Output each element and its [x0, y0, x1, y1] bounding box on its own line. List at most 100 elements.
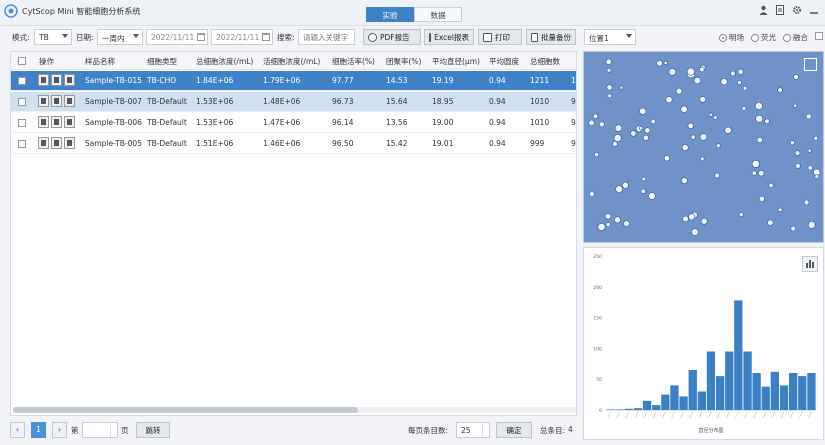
x-tick-mark	[726, 411, 730, 419]
radio-brightfield-label: 明场	[729, 33, 744, 42]
cell-blob	[690, 134, 696, 140]
calendar-icon[interactable]	[197, 33, 205, 41]
position-select[interactable]: 位置1	[584, 29, 636, 45]
page-prefix: 第	[71, 426, 79, 435]
search-doc-icon	[368, 32, 377, 42]
cell-blob	[665, 96, 673, 104]
horizontal-scrollbar[interactable]	[13, 407, 576, 413]
select-all-checkbox[interactable]	[18, 57, 26, 65]
minimize-icon[interactable]	[809, 4, 819, 16]
excel-report-button[interactable]: Excel报表	[424, 29, 474, 45]
table-row[interactable]: Sample-TB-005 TB-Default 1.51E+06 1.46E+06 9…	[11, 134, 576, 154]
cell-total-count: 999	[530, 139, 545, 148]
cell-blob	[737, 68, 744, 75]
cell-overflow: 9	[571, 139, 576, 148]
cell-image-view[interactable]	[583, 51, 824, 243]
spin-arrows-icon[interactable]	[482, 423, 489, 437]
delete-icon[interactable]	[64, 74, 75, 86]
calendar-icon[interactable]	[262, 33, 270, 41]
pdf-report-button[interactable]: PDF报告	[363, 29, 421, 45]
cell-total-concentration: 1.51E+06	[196, 139, 234, 148]
col-header-cluster-rate: 团聚率(%)	[386, 57, 422, 66]
cell-blob	[687, 122, 694, 129]
table-row[interactable]: Sample-TB-007 TB-Default 1.53E+06 1.48E+06 9…	[11, 92, 576, 112]
spin-arrows-icon[interactable]	[110, 423, 117, 437]
cell-blob	[675, 87, 683, 95]
row-checkbox[interactable]	[18, 119, 26, 127]
title-bar: CytScop Mini 智能细胞分析系统 实验 数据	[0, 0, 825, 26]
next-page-button[interactable]: ›	[52, 422, 67, 438]
chart-type-icon[interactable]	[802, 256, 818, 272]
cell-blob	[724, 126, 732, 134]
batch-backup-button[interactable]: 批量备份	[526, 29, 576, 45]
view-report-icon[interactable]	[38, 95, 49, 107]
y-tick-label: 150	[593, 316, 602, 322]
x-tick-mark	[607, 411, 611, 419]
delete-icon[interactable]	[64, 116, 75, 128]
user-icon[interactable]	[758, 4, 768, 16]
table-row[interactable]: Sample-TB-006 TB-Default 1.53E+06 1.47E+06 9…	[11, 113, 576, 133]
date-range-select[interactable]: 一周内	[97, 29, 143, 45]
edit-icon[interactable]	[51, 116, 62, 128]
edit-icon[interactable]	[51, 74, 62, 86]
scrollbar-thumb[interactable]	[13, 407, 358, 413]
edit-icon[interactable]	[51, 137, 62, 149]
y-tick-label: 100	[593, 346, 602, 352]
cell-blob	[793, 103, 798, 108]
view-report-icon[interactable]	[38, 137, 49, 149]
search-label: 搜索:	[277, 33, 295, 42]
cell-blob	[663, 61, 668, 66]
histogram-bar	[633, 408, 643, 410]
cell-blob	[598, 121, 605, 128]
date-from-field[interactable]: 2022/11/11	[146, 29, 208, 45]
per-page-input[interactable]: 25	[456, 422, 490, 438]
cell-blob	[777, 87, 783, 93]
histogram-bar	[752, 373, 761, 410]
radio-merge-label: 融合	[793, 33, 808, 42]
page-number-input[interactable]	[82, 422, 118, 438]
radio-brightfield[interactable]: 明场	[719, 32, 744, 43]
cell-overflow: 9	[571, 97, 576, 106]
delete-icon[interactable]	[64, 95, 75, 107]
cell-blob	[613, 134, 622, 143]
cell-blob	[713, 115, 718, 120]
histogram-bar	[743, 351, 752, 410]
cell-blob	[680, 105, 688, 113]
cell-viability: 97.77	[332, 76, 354, 85]
cell-avg-circularity: 0.94	[489, 76, 506, 85]
document-icon[interactable]	[775, 4, 785, 16]
edit-icon[interactable]	[51, 95, 62, 107]
overlay-checkbox[interactable]	[815, 32, 823, 40]
page-1-button[interactable]: 1	[31, 422, 46, 438]
cell-blob	[668, 68, 677, 76]
row-checkbox[interactable]	[18, 140, 26, 148]
histogram-bar	[606, 409, 615, 410]
cell-blob	[790, 225, 796, 232]
y-tick-label: 0	[599, 408, 602, 414]
table-row[interactable]: Sample-TB-015 TB-CHO 1.84E+06 1.79E+06 97.77…	[11, 71, 576, 91]
confirm-button[interactable]: 确定	[496, 422, 532, 438]
tab-data[interactable]: 数据	[414, 7, 462, 22]
print-button[interactable]: 打印	[478, 29, 522, 45]
row-checkbox[interactable]	[18, 98, 26, 106]
fullscreen-icon[interactable]	[804, 58, 817, 71]
view-report-icon[interactable]	[38, 116, 49, 128]
view-report-icon[interactable]	[38, 74, 49, 86]
radio-fluorescence[interactable]: 荧光	[751, 32, 776, 43]
jump-button[interactable]: 跳转	[136, 422, 170, 438]
tab-experiment[interactable]: 实验	[366, 7, 414, 22]
x-tick-mark	[652, 411, 657, 419]
cell-avg-circularity: 0.94	[489, 139, 506, 148]
delete-icon[interactable]	[64, 137, 75, 149]
cell-blob	[699, 133, 708, 141]
prev-page-button[interactable]: ‹	[10, 422, 25, 438]
date-to-field[interactable]: 2022/11/11	[211, 29, 273, 45]
cell-blob	[656, 60, 663, 67]
gear-icon[interactable]	[792, 4, 802, 16]
cell-blob	[795, 163, 801, 169]
row-checkbox[interactable]	[18, 77, 26, 85]
radio-merge[interactable]: 融合	[783, 32, 808, 43]
mode-select[interactable]: TB	[34, 29, 72, 45]
x-tick-mark	[625, 411, 630, 419]
search-input[interactable]	[298, 29, 355, 45]
